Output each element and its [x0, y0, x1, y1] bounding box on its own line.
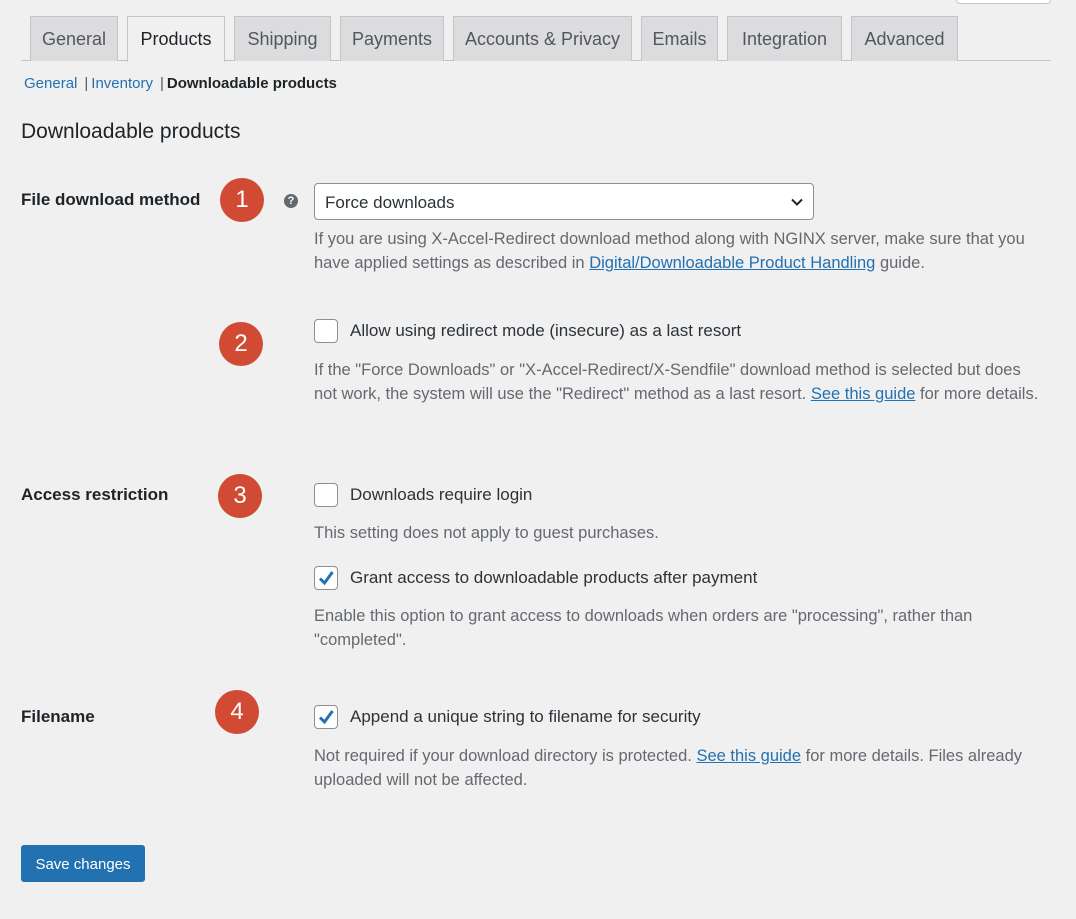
- require-login-description: This setting does not apply to guest pur…: [314, 524, 659, 542]
- description-text: Not required if your download directory …: [314, 747, 697, 765]
- step-badge-4: 4: [215, 690, 259, 734]
- require-login-row: Downloads require login: [314, 483, 532, 507]
- redirect-fallback-row: Allow using redirect mode (insecure) as …: [314, 319, 741, 343]
- file-download-method-select[interactable]: Force downloads: [314, 183, 814, 220]
- redirect-fallback-description: If the "Force Downloads" or "X-Accel-Red…: [314, 358, 1044, 406]
- append-string-description: Not required if your download directory …: [314, 744, 1044, 792]
- redirect-fallback-checkbox[interactable]: [314, 319, 338, 343]
- description-text: guide.: [875, 254, 925, 272]
- require-login-checkbox[interactable]: [314, 483, 338, 507]
- grant-access-checkbox[interactable]: [314, 566, 338, 590]
- append-string-checkbox[interactable]: [314, 705, 338, 729]
- append-string-row: Append a unique string to filename for s…: [314, 705, 701, 729]
- grant-access-label[interactable]: Grant access to downloadable products af…: [350, 568, 757, 588]
- step-badge-3: 3: [218, 474, 262, 518]
- filename-label: Filename: [21, 707, 95, 726]
- tab-general[interactable]: General: [30, 16, 118, 61]
- help-icon[interactable]: ?: [284, 194, 298, 208]
- redirect-fallback-label[interactable]: Allow using redirect mode (insecure) as …: [350, 321, 741, 341]
- tab-advanced[interactable]: Advanced: [851, 16, 958, 61]
- subnav-current: Downloadable products: [166, 75, 337, 92]
- selected-value: Force downloads: [325, 193, 455, 212]
- save-changes-button[interactable]: Save changes: [21, 845, 145, 882]
- tab-integration[interactable]: Integration: [727, 16, 842, 61]
- product-handling-link[interactable]: Digital/Downloadable Product Handling: [589, 254, 875, 272]
- file-download-method-label: File download method: [21, 190, 201, 209]
- grant-access-description: Enable this option to grant access to do…: [314, 607, 973, 649]
- step-badge-1: 1: [220, 178, 264, 222]
- checkmark-icon: [318, 710, 334, 725]
- subnav-separator: |: [159, 75, 164, 92]
- tab-accounts-privacy[interactable]: Accounts & Privacy: [453, 16, 632, 61]
- see-guide-link[interactable]: See this guide: [811, 385, 916, 403]
- subnav-general[interactable]: General: [24, 75, 77, 92]
- grant-access-row: Grant access to downloadable products af…: [314, 566, 757, 590]
- file-download-method-description: If you are using X-Accel-Redirect downlo…: [314, 227, 1044, 275]
- step-badge-2: 2: [219, 322, 263, 366]
- tab-emails[interactable]: Emails: [641, 16, 718, 61]
- require-login-label[interactable]: Downloads require login: [350, 485, 532, 505]
- tab-products[interactable]: Products: [127, 16, 225, 62]
- tab-shipping[interactable]: Shipping: [234, 16, 331, 61]
- section-subnav: General | Inventory | Downloadable products: [24, 75, 337, 92]
- access-restriction-label: Access restriction: [21, 485, 169, 504]
- description-text: for more details.: [915, 385, 1039, 403]
- page-title: Downloadable products: [21, 120, 241, 143]
- settings-tabs: General Products Shipping Payments Accou…: [21, 16, 1051, 62]
- subnav-separator: |: [84, 75, 89, 92]
- tab-payments[interactable]: Payments: [340, 16, 444, 61]
- see-guide-link[interactable]: See this guide: [696, 747, 801, 765]
- top-right-control[interactable]: [956, 0, 1051, 4]
- chevron-down-icon: [791, 198, 803, 206]
- append-string-label[interactable]: Append a unique string to filename for s…: [350, 707, 701, 727]
- subnav-inventory[interactable]: Inventory: [91, 75, 153, 92]
- checkmark-icon: [318, 571, 334, 586]
